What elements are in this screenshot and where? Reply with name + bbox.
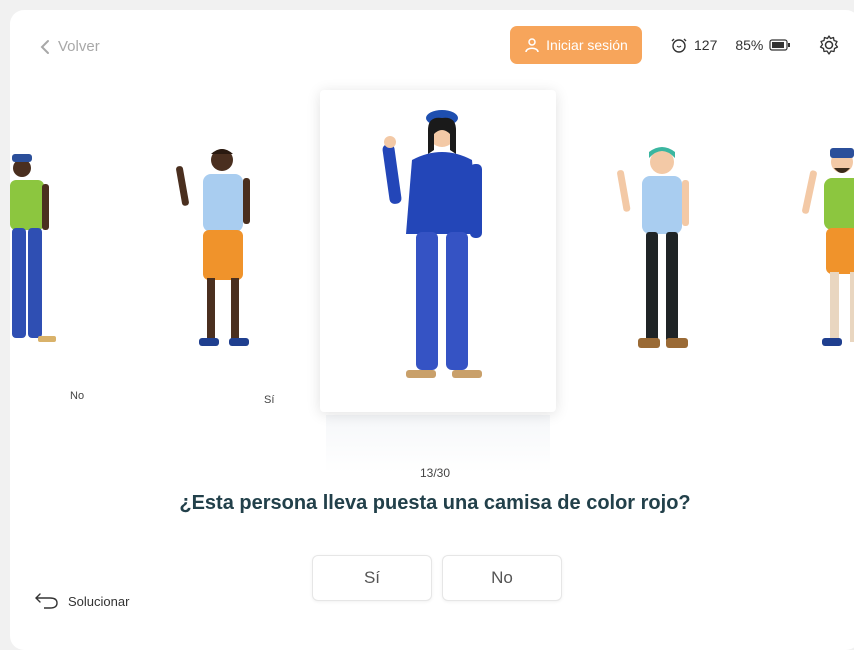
no-button[interactable]: No [442,555,562,601]
user-icon [524,37,540,53]
yes-button[interactable]: Sí [312,555,432,601]
battery-percent: 85% [735,37,764,53]
solve-label: Solucionar [68,593,130,609]
image-card-2[interactable]: Sí [140,100,300,406]
image-card-3[interactable] [320,90,556,412]
streak-count: 127 [694,37,718,53]
image-card-4[interactable] [580,100,740,370]
login-label: Iniciar sesión [546,37,628,53]
back-label: Volver [58,38,100,55]
status-stats: 127 85% [670,36,791,54]
question-counter: 13/30 [419,466,451,480]
card-label: No [70,390,85,402]
gear-icon[interactable] [818,34,840,56]
blurred-area [326,415,550,473]
image-card-5[interactable] [770,100,854,370]
answer-buttons: Sí No [312,555,562,601]
battery-icon [769,39,791,51]
card-label: Sí [264,394,275,406]
image-card-1[interactable]: No [10,100,128,402]
login-button[interactable]: Iniciar sesión [510,26,642,64]
solve-button[interactable]: Solucionar [34,592,129,610]
back-button[interactable]: Volver [40,38,100,55]
chevron-left-icon [40,39,50,55]
undo-icon [34,592,60,610]
question-text: ¿Esta persona lleva puesta una camisa de… [179,492,691,514]
quiz-window: Volver Iniciar sesión 127 85% No Sí 13/3… [10,10,854,650]
streak-icon [670,36,688,54]
